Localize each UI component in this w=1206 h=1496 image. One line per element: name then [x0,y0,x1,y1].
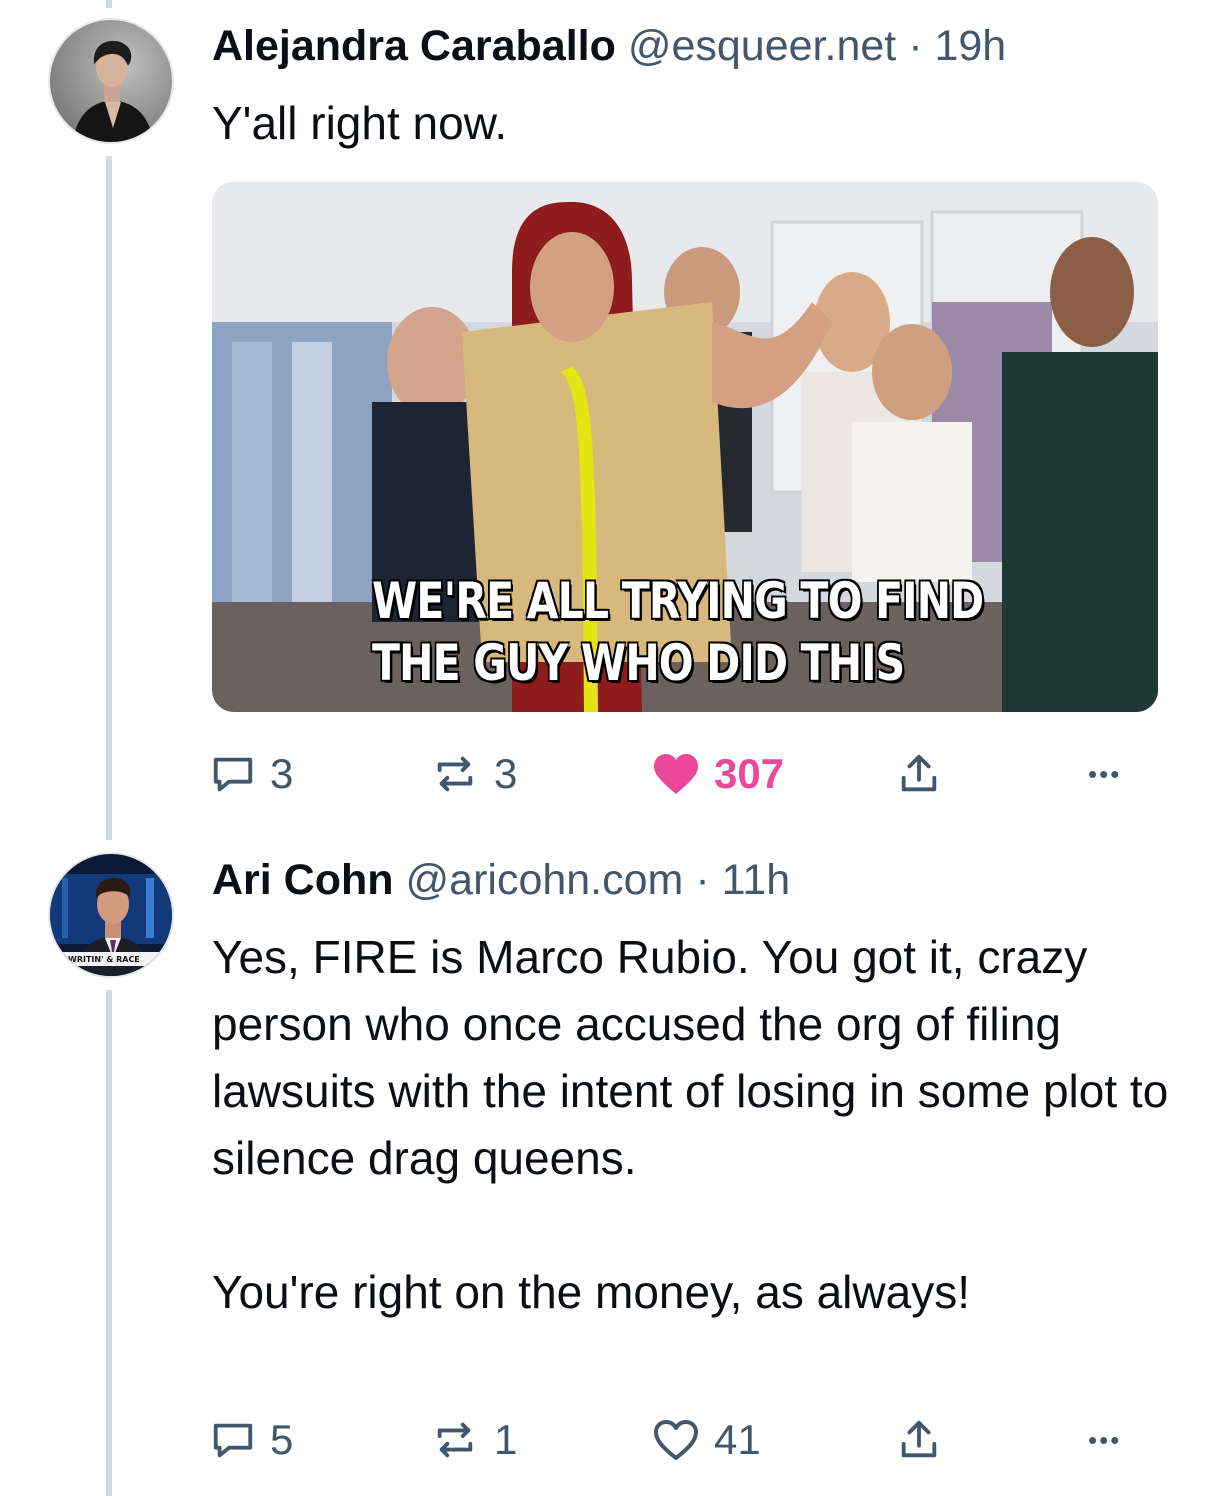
author-handle[interactable]: @aricohn.com [406,856,684,904]
share-button[interactable] [896,744,942,804]
more-options-icon: ••• [1088,1424,1122,1455]
post-text: Y'all right now. [212,97,508,149]
heart-filled-icon [654,754,698,794]
post-alejandra[interactable]: Alejandra Caraballo @esqueer.net · 19h Y… [0,0,1206,840]
reply-button[interactable]: 5 [210,1410,293,1470]
share-icon [901,1420,937,1458]
gif-caption: WE'RE ALL TRYING TO FIND THE GUY WHO DID… [372,570,984,694]
repost-button[interactable]: 3 [430,744,517,804]
avatar[interactable] [48,18,174,144]
more-options-icon: ••• [1088,758,1122,789]
reply-count: 3 [270,750,294,797]
more-options-button[interactable]: ••• [1088,1410,1121,1470]
post-time[interactable]: 11h [722,856,791,904]
avatar-badge-text: WRITIN' & RACE [68,955,140,964]
repost-icon [437,1422,473,1458]
meta-separator: · [695,856,710,904]
author-handle[interactable]: @esqueer.net [628,22,896,70]
like-button[interactable]: 307 [652,744,784,804]
post-ari[interactable]: WRITIN' & RACE Ari Cohn @aricohn.com · 1… [0,840,1206,1496]
avatar-photo: WRITIN' & RACE [50,854,172,976]
author-name[interactable]: Ari Cohn [212,856,394,904]
reply-icon [213,757,253,792]
share-icon [901,754,937,792]
reply-button[interactable]: 3 [210,744,293,804]
repost-icon [437,756,473,792]
like-button[interactable]: 41 [652,1410,761,1470]
gif-caption-line-1: WE'RE ALL TRYING TO FIND [372,572,984,630]
avatar-photo [50,20,172,142]
post-text: Yes, FIRE is Marco Rubio. You got it, cr… [212,931,1169,1318]
meta-separator: · [908,22,923,70]
avatar[interactable]: WRITIN' & RACE [48,852,174,978]
post-media-gif[interactable]: WE'RE ALL TRYING TO FIND THE GUY WHO DID… [212,182,1158,712]
reply-count: 5 [270,1416,294,1463]
post-meta: Alejandra Caraballo @esqueer.net · 19h [212,18,1006,74]
share-button[interactable] [896,1410,942,1470]
author-name[interactable]: Alejandra Caraballo [212,22,616,70]
reply-icon [213,1423,253,1458]
more-options-button[interactable]: ••• [1088,744,1121,804]
gif-caption-line-2: THE GUY WHO DID THIS [372,634,905,692]
like-count: 41 [714,1416,761,1463]
like-count: 307 [714,750,785,797]
post-actions: 5 1 41 ••• [0,1410,1206,1470]
repost-count: 3 [494,750,518,797]
repost-button[interactable]: 1 [430,1410,517,1470]
repost-count: 1 [494,1416,518,1463]
post-time[interactable]: 19h [934,22,1006,70]
heart-icon [654,1420,698,1460]
post-meta: Ari Cohn @aricohn.com · 11h [212,852,790,908]
post-actions: 3 3 307 ••• [0,744,1206,804]
